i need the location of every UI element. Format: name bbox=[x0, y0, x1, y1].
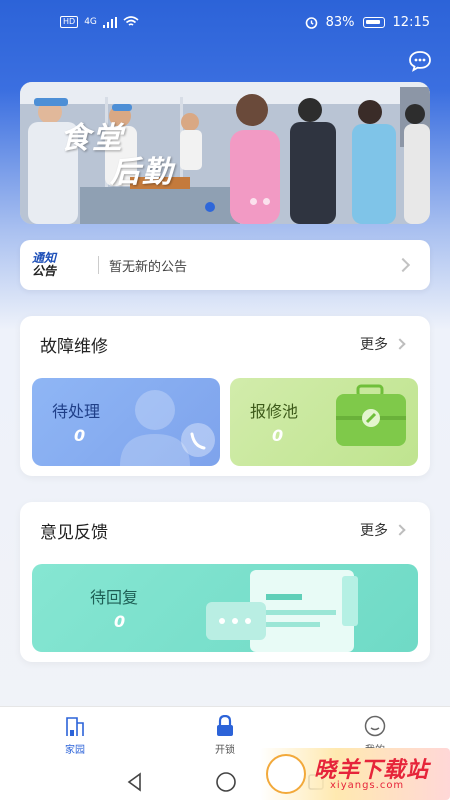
feedback-title: 意见反馈 bbox=[40, 523, 108, 543]
pool-label: 报修池 bbox=[250, 402, 299, 421]
profile-icon bbox=[364, 715, 386, 737]
feedback-card: 意见反馈 更多 待回复 0 bbox=[20, 502, 430, 662]
message-button[interactable] bbox=[408, 50, 432, 72]
back-icon[interactable] bbox=[125, 772, 145, 792]
pending-count: 0 bbox=[74, 426, 86, 445]
hd-indicator: HD bbox=[60, 16, 79, 28]
chat-bubble-icon bbox=[409, 51, 431, 72]
carousel-dot bbox=[250, 198, 257, 205]
repair-more-link[interactable]: 更多 bbox=[360, 334, 406, 354]
home-circle-icon[interactable] bbox=[215, 771, 237, 793]
reply-count: 0 bbox=[114, 612, 126, 631]
notice-bar[interactable]: 通知 公告 暂无新的公告 bbox=[20, 240, 430, 290]
feedback-more-link[interactable]: 更多 bbox=[360, 520, 406, 540]
banner-carousel[interactable]: 食堂 后勤 bbox=[20, 82, 430, 224]
pending-tile[interactable]: 待处理 0 bbox=[32, 378, 220, 466]
wifi-icon bbox=[123, 16, 139, 26]
battery-icon bbox=[362, 16, 385, 28]
carousel-dot bbox=[263, 198, 270, 205]
carousel-indicator bbox=[250, 198, 270, 205]
feedback-more-label: 更多 bbox=[360, 523, 388, 539]
reply-label: 待回复 bbox=[90, 588, 139, 607]
banner-title: 食堂 后勤 bbox=[60, 122, 174, 190]
repair-title: 故障维修 bbox=[40, 337, 108, 357]
alarm-icon bbox=[305, 16, 317, 29]
lock-icon bbox=[217, 715, 233, 736]
nav-item-home[interactable]: 家园 bbox=[0, 707, 150, 764]
clock: 12:15 bbox=[392, 14, 430, 30]
toolbox-icon bbox=[336, 384, 406, 446]
signal-icon bbox=[102, 16, 117, 28]
status-left: HD 4G bbox=[60, 16, 139, 28]
chevron-right-icon bbox=[394, 524, 406, 536]
banner-title-line2: 后勤 bbox=[110, 155, 174, 190]
pool-count: 0 bbox=[272, 426, 284, 445]
network-indicator: 4G bbox=[84, 17, 97, 27]
notice-badge-line1: 通知 bbox=[32, 251, 57, 265]
repair-pool-tile[interactable]: 报修池 0 bbox=[230, 378, 418, 466]
battery-percent: 83% bbox=[325, 14, 355, 30]
pending-reply-tile[interactable]: 待回复 0 bbox=[32, 564, 418, 652]
notice-text: 暂无新的公告 bbox=[109, 259, 188, 275]
pending-label: 待处理 bbox=[52, 402, 101, 421]
document-chat-icon bbox=[206, 570, 358, 652]
notice-badge: 通知 公告 bbox=[32, 252, 92, 278]
nav-home-label: 家园 bbox=[65, 745, 85, 756]
status-bar: HD 4G 83% 12:15 bbox=[0, 0, 450, 44]
banner-title-line1: 食堂 bbox=[60, 121, 124, 156]
divider bbox=[98, 256, 99, 274]
chevron-right-icon bbox=[395, 257, 411, 273]
chevron-right-icon bbox=[394, 338, 406, 350]
repair-more-label: 更多 bbox=[360, 337, 388, 353]
watermark-subtext: xiyangs.com bbox=[330, 780, 405, 791]
watermark-logo bbox=[266, 754, 306, 794]
nav-unlock-label: 开锁 bbox=[215, 745, 235, 756]
repair-card: 故障维修 更多 待处理 0 报修池 0 bbox=[20, 316, 430, 476]
watermark: 晓羊下载站 xiyangs.com bbox=[260, 748, 450, 800]
notice-badge-line2: 公告 bbox=[32, 264, 57, 278]
user-phone-icon bbox=[120, 390, 215, 466]
building-icon bbox=[66, 717, 84, 736]
status-right: 83% 12:15 bbox=[305, 15, 430, 30]
